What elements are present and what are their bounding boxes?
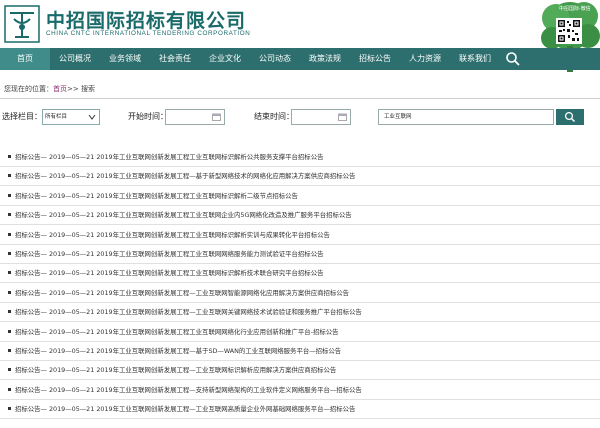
result-link[interactable]: 招标公告— 2019—05—21 2019年工业互联网创新发展工程工业互联网网络… <box>15 249 323 258</box>
chevron-down-icon <box>88 114 96 120</box>
list-item[interactable]: 招标公告— 2019—05—21 2019年工业互联网创新发展工程工业互联网网络… <box>0 245 600 264</box>
end-date-input[interactable] <box>291 109 351 125</box>
result-link[interactable]: 招标公告— 2019—05—21 2019年工业互联网创新发展工程—基于SD—W… <box>15 346 341 355</box>
bullet-icon <box>8 252 11 255</box>
keyword-input[interactable]: 工业互联网 <box>378 109 554 125</box>
bullet-icon <box>8 213 11 217</box>
list-item[interactable]: 招标公告— 2019—05—21 2019年工业互联网创新发展工程—工业互联网关… <box>0 303 600 323</box>
bullet-icon <box>8 407 11 411</box>
result-link[interactable]: 招标公告— 2019—05—21 2019年工业互联网创新发展工程工业互联网企业… <box>15 210 352 219</box>
list-item[interactable]: 招标公告— 2019—05—21 2019年工业互联网创新发展工程工业互联网标识… <box>0 226 600 245</box>
list-item[interactable]: 招标公告— 2019—05—21 2019年工业互联网创新发展工程—工业互联网标… <box>0 361 600 381</box>
result-link[interactable]: 招标公告— 2019—05—21 2019年工业互联网创新发展工程工业互联网标识… <box>15 152 323 161</box>
breadcrumb-current: 搜索 <box>80 85 95 93</box>
result-link[interactable]: 招标公告— 2019—05—21 2019年工业互联网创新发展工程—工业互联网关… <box>15 307 362 316</box>
calendar-icon[interactable] <box>212 113 221 121</box>
list-item[interactable]: 招标公告— 2019—05—21 2019年工业互联网创新发展工程工业互联网标识… <box>0 187 600 206</box>
list-item[interactable]: 招标公告— 2019—05—21 2019年工业互联网创新发展工程—基于SD—W… <box>0 342 600 361</box>
bullet-icon <box>8 271 11 275</box>
breadcrumb-prefix: 您现在的位置： <box>4 85 53 93</box>
nav-item-policy[interactable]: 政策法规 <box>300 48 350 70</box>
list-item[interactable]: 招标公告— 2019—05—21 2019年工业互联网创新发展工程—支持新型网络… <box>0 381 600 400</box>
list-item[interactable]: 招标公告— 2019—05—21 2019年工业互联网创新发展工程—工业互联网智… <box>0 284 600 303</box>
result-link[interactable]: 招标公告— 2019—05—21 2019年工业互联网创新发展工程工业互联网标识… <box>15 230 330 239</box>
calendar-icon[interactable] <box>338 113 347 121</box>
search-icon[interactable] <box>505 51 521 67</box>
bullet-icon <box>8 290 11 294</box>
company-name-cn: 中招国际招标有限公司 <box>46 10 247 32</box>
nav-item-tenders[interactable]: 招标公告 <box>350 48 400 70</box>
column-select-value: 所有栏目 <box>45 114 68 120</box>
company-name-en: CHINA CNTC INTERNATIONAL TENDERING CORPO… <box>46 30 251 37</box>
result-link[interactable]: 招标公告— 2019—05—21 2019年工业互联网创新发展工程工业互联网标识… <box>15 191 298 200</box>
start-date-input[interactable] <box>165 109 225 125</box>
search-filter-bar: 选择栏目： 所有栏目 开始时间： 结束时间： 工业互联网 <box>0 107 600 127</box>
breadcrumb-separator: >> <box>67 85 81 93</box>
qr-label: 中招国际·微信 <box>559 6 591 12</box>
result-link[interactable]: 招标公告— 2019—05—21 2019年工业互联网创新发展工程—工业互联网智… <box>15 288 349 297</box>
column-select[interactable]: 所有栏目 <box>42 109 100 125</box>
list-item[interactable]: 招标公告— 2019—05—21 2019年工业互联网创新发展工程—工业互联网高… <box>0 400 600 420</box>
bullet-icon <box>8 310 11 314</box>
bullet-icon <box>8 329 11 333</box>
nav-item-home[interactable]: 首页 <box>0 48 50 70</box>
nav-item-hr[interactable]: 人力资源 <box>400 48 450 70</box>
nav-item-about[interactable]: 公司概况 <box>50 48 100 70</box>
result-link[interactable]: 招标公告— 2019—05—21 2019年工业互联网创新发展工程—工业互联网高… <box>15 404 355 413</box>
bullet-icon <box>8 232 11 236</box>
bullet-icon <box>8 349 11 352</box>
breadcrumb: 您现在的位置：首页>> 搜索 <box>4 84 95 94</box>
qr-code-icon <box>556 18 582 44</box>
search-icon <box>564 111 576 123</box>
list-item[interactable]: 招标公告— 2019—05—21 2019年工业互联网创新发展工程工业互联网标识… <box>0 264 600 284</box>
result-link[interactable]: 招标公告— 2019—05—21 2019年工业互联网创新发展工程工业互联网网络… <box>15 327 339 336</box>
nav-item-culture[interactable]: 企业文化 <box>200 48 250 70</box>
result-link[interactable]: 招标公告— 2019—05—21 2019年工业互联网创新发展工程—支持新型网络… <box>15 385 362 394</box>
list-item[interactable]: 招标公告— 2019—05—21 2019年工业互联网创新发展工程工业互联网标识… <box>0 148 600 167</box>
end-time-label: 结束时间： <box>254 112 294 121</box>
site-header: 中招国际招标有限公司 CHINA CNTC INTERNATIONAL TEND… <box>0 0 600 72</box>
search-button[interactable] <box>556 109 584 125</box>
bullet-icon <box>8 174 11 178</box>
list-item[interactable]: 招标公告— 2019—05—21 2019年工业互联网创新发展工程—基于新型网络… <box>0 167 600 187</box>
nav-item-responsibility[interactable]: 社会责任 <box>150 48 200 70</box>
column-label: 选择栏目： <box>2 112 42 121</box>
bullet-icon <box>8 387 11 391</box>
breadcrumb-home-link[interactable]: 首页 <box>53 85 67 93</box>
nav-item-news[interactable]: 公司动态 <box>250 48 300 70</box>
list-item[interactable]: 招标公告— 2019—05—21 2019年工业互联网创新发展工程工业互联网企业… <box>0 206 600 226</box>
main-nav: 首页 公司概况 业务领域 社会责任 企业文化 公司动态 政策法规 招标公告 人力… <box>0 48 600 70</box>
nav-item-business[interactable]: 业务领域 <box>100 48 150 70</box>
bullet-icon <box>8 368 11 372</box>
company-logo-icon[interactable] <box>4 5 40 43</box>
bullet-icon <box>8 193 11 197</box>
list-item[interactable]: 招标公告— 2019—05—21 2019年工业互联网创新发展工程工业互联网网络… <box>0 323 600 342</box>
bullet-icon <box>8 155 11 158</box>
start-time-label: 开始时间： <box>128 112 168 121</box>
nav-item-contact[interactable]: 联系我们 <box>450 48 500 70</box>
result-link[interactable]: 招标公告— 2019—05—21 2019年工业互联网创新发展工程—工业互联网标… <box>15 365 336 374</box>
result-link[interactable]: 招标公告— 2019—05—21 2019年工业互联网创新发展工程—基于新型网络… <box>15 171 355 180</box>
divider <box>0 98 600 99</box>
result-link[interactable]: 招标公告— 2019—05—21 2019年工业互联网创新发展工程工业互联网标识… <box>15 268 323 277</box>
